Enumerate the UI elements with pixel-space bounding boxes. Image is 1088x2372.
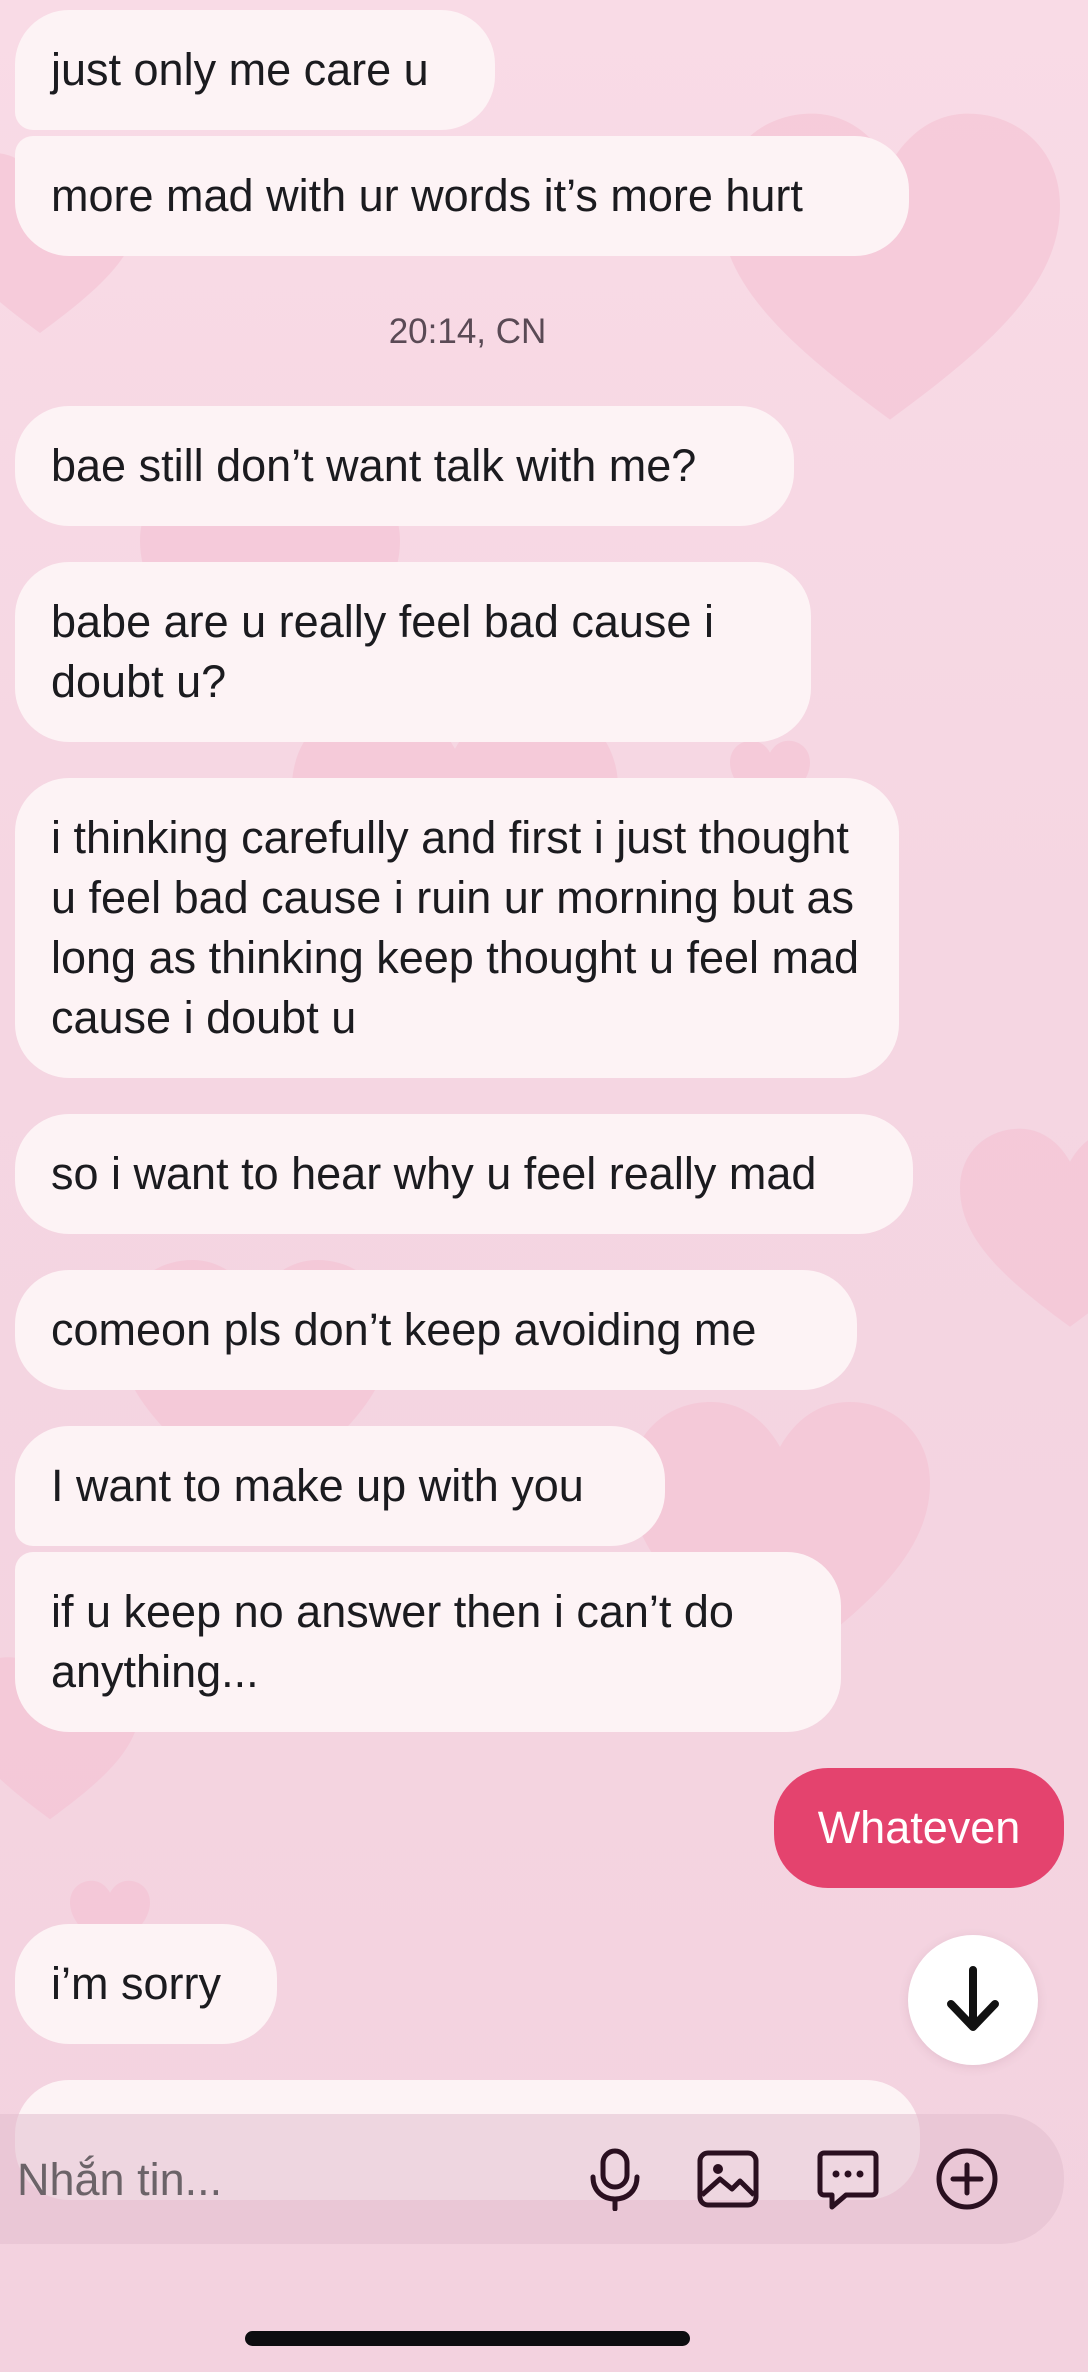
incoming-message[interactable]: just only me care u <box>15 10 495 130</box>
image-icon[interactable] <box>696 2147 760 2211</box>
plus-icon[interactable] <box>935 2147 999 2211</box>
message-icon[interactable] <box>816 2147 880 2211</box>
message-input[interactable] <box>15 2144 559 2216</box>
incoming-message[interactable]: i thinking carefully and first i just th… <box>15 778 899 1078</box>
incoming-message[interactable]: babe are u really feel bad cause i doubt… <box>15 562 811 742</box>
message-timestamp: 20:14, CN <box>388 312 547 351</box>
incoming-message[interactable]: so i want to hear why u feel really mad <box>15 1114 913 1234</box>
incoming-message[interactable]: I want to make up with you <box>15 1426 665 1546</box>
microphone-icon[interactable] <box>583 2147 647 2211</box>
message-composer <box>0 2114 1064 2244</box>
incoming-message[interactable]: if u keep no answer then i can’t do anyt… <box>15 1552 841 1732</box>
arrow-down-icon <box>947 1966 999 2031</box>
home-indicator <box>245 2331 690 2346</box>
incoming-message[interactable]: comeon pls don’t keep avoiding me <box>15 1270 857 1390</box>
incoming-message[interactable]: i’m sorry <box>15 1924 277 2044</box>
incoming-message[interactable]: more mad with ur words it’s more hurt <box>15 136 909 256</box>
outgoing-message[interactable]: Whateven <box>774 1768 1064 1888</box>
incoming-message[interactable]: bae still don’t want talk with me? <box>15 406 794 526</box>
scroll-to-bottom-button[interactable] <box>908 1935 1038 2065</box>
